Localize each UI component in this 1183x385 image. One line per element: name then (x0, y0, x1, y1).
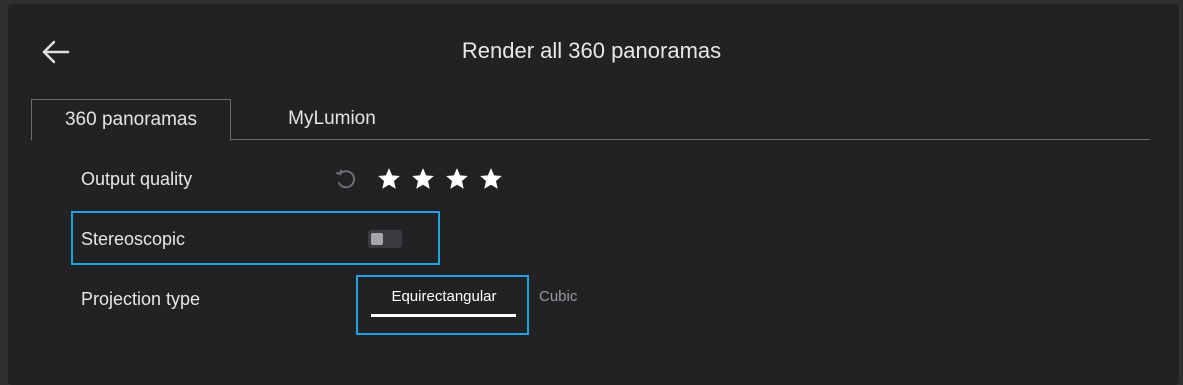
projection-option-equirectangular[interactable]: Equirectangular (372, 288, 516, 305)
tab-360-panoramas[interactable]: 360 panoramas (31, 99, 231, 141)
stereoscopic-label: Stereoscopic (81, 229, 186, 249)
quality-stars (376, 166, 504, 192)
output-quality-label: Output quality (81, 169, 193, 189)
tab-mylumion[interactable]: MyLumion (246, 99, 418, 139)
projection-type-label: Projection type (81, 289, 201, 309)
reset-icon[interactable] (334, 168, 358, 192)
projection-highlight (356, 275, 529, 335)
projection-option-cubic[interactable]: Cubic (539, 288, 577, 305)
star-icon[interactable] (410, 166, 436, 192)
star-icon[interactable] (444, 166, 470, 192)
stereoscopic-toggle[interactable] (368, 230, 402, 248)
star-icon[interactable] (376, 166, 402, 192)
star-icon[interactable] (478, 166, 504, 192)
selected-underline (371, 314, 516, 317)
toggle-knob (371, 233, 383, 245)
page-title: Render all 360 panoramas (461, 38, 722, 63)
